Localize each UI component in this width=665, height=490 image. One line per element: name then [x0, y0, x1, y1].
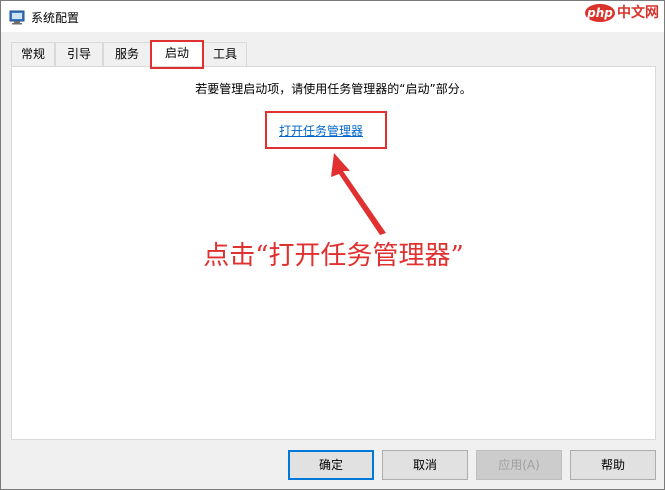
startup-tab-panel: 若要管理启动项，请使用任务管理器的“启动”部分。 打开任务管理器 点击“打开任务… [11, 66, 656, 440]
ok-button[interactable]: 确定 [288, 450, 374, 480]
tab-services[interactable]: 服务 [103, 42, 151, 66]
watermark-site-name: 中文网 [617, 5, 659, 21]
system-config-icon [9, 10, 25, 25]
apply-button[interactable]: 应用(A) [476, 450, 562, 480]
watermark-php-logo: php [585, 4, 615, 22]
tab-strip: 常规 引导 服务 启动 工具 [11, 40, 656, 66]
tab-boot[interactable]: 引导 [55, 42, 103, 66]
php-cn-watermark: php 中文网 [585, 4, 665, 26]
tab-tools[interactable]: 工具 [203, 42, 247, 66]
dialog-button-row: 确定 取消 应用(A) 帮助 [1, 450, 664, 480]
annotation-arrow-shape [331, 153, 386, 235]
cancel-button[interactable]: 取消 [382, 450, 468, 480]
open-task-manager-link[interactable]: 打开任务管理器 [279, 122, 363, 139]
window-title: 系统配置 [31, 11, 80, 25]
link-highlight-box: 打开任务管理器 [265, 111, 387, 149]
system-config-window: 系统配置 php 中文网 常规 引导 服务 启动 工具 若要管理启动项，请使用任… [0, 0, 665, 490]
tab-startup[interactable]: 启动 [151, 40, 203, 66]
annotation-callout-text: 点击“打开任务管理器” [203, 241, 464, 271]
startup-instruction-text: 若要管理启动项，请使用任务管理器的“启动”部分。 [195, 82, 472, 96]
help-button[interactable]: 帮助 [570, 450, 656, 480]
title-bar: 系统配置 php 中文网 [1, 1, 664, 32]
tab-general[interactable]: 常规 [11, 42, 55, 66]
